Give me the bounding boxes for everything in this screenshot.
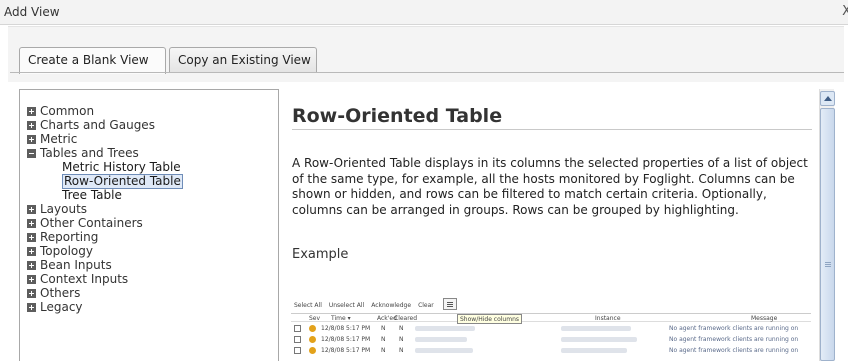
expand-icon[interactable] xyxy=(27,302,36,312)
preview-row-blur xyxy=(415,337,467,342)
preview-col-instance: Instance xyxy=(595,315,621,322)
view-detail-panel: Row-Oriented Table A Row-Oriented Table … xyxy=(292,96,812,262)
severity-dot-icon xyxy=(309,336,316,343)
preview-row-blur xyxy=(561,326,631,331)
preview-tooltip: Show/Hide columns xyxy=(457,314,523,324)
preview-row-time: 12/8/08 5:17 PM xyxy=(321,347,371,354)
tree-item-label: Charts and Gauges xyxy=(40,118,155,132)
tree-item-label: Tables and Trees xyxy=(40,146,139,160)
tree-item-label: Tree Table xyxy=(62,188,122,202)
tab-copy-existing-view[interactable]: Copy an Existing View xyxy=(169,47,317,73)
expand-icon[interactable] xyxy=(27,134,36,144)
window-titlebar: Add View X xyxy=(0,0,848,25)
tree-item-label: Reporting xyxy=(40,230,99,244)
window-title: Add View xyxy=(4,5,60,19)
tree-item-common[interactable]: Common xyxy=(27,104,183,118)
vertical-scrollbar[interactable] xyxy=(819,89,835,361)
preview-col-message: Message xyxy=(751,315,778,322)
tree-item-layouts[interactable]: Layouts xyxy=(27,202,183,216)
tab-create-blank-view[interactable]: Create a Blank View xyxy=(19,47,166,74)
scroll-up-arrow-icon[interactable] xyxy=(820,91,835,106)
tree-item-label: Bean Inputs xyxy=(40,258,112,272)
expand-icon[interactable] xyxy=(27,274,36,284)
preview-clear: Clear xyxy=(418,302,434,309)
expand-icon[interactable] xyxy=(27,218,36,228)
preview-row-blur xyxy=(561,337,637,342)
tree-item-label: Common xyxy=(40,104,95,118)
preview-columns-icon xyxy=(443,298,457,310)
preview-row-time: 12/8/08 5:17 PM xyxy=(321,325,371,332)
tree-item-metric-history-table[interactable]: Metric History Table xyxy=(27,160,183,174)
preview-acknowledge: Acknowledge xyxy=(371,302,412,309)
preview-row-cleared: N xyxy=(399,347,404,354)
preview-row-time: 12/8/08 5:17 PM xyxy=(321,336,371,343)
expand-icon[interactable] xyxy=(27,260,36,270)
preview-row-checkbox xyxy=(294,347,301,354)
tree-item-bean-inputs[interactable]: Bean Inputs xyxy=(27,258,183,272)
preview-row-checkbox xyxy=(294,325,301,332)
preview-row-message: No agent framework clients are running o… xyxy=(669,325,799,332)
tree-item-label: Legacy xyxy=(40,300,83,314)
tree-item-metric[interactable]: Metric xyxy=(27,132,183,146)
example-preview-image: Select All Unselect All Acknowledge Clea… xyxy=(291,298,811,361)
tree-item-label: Metric xyxy=(40,132,78,146)
expand-icon[interactable] xyxy=(27,288,36,298)
expand-icon[interactable] xyxy=(27,246,36,256)
severity-dot-icon xyxy=(309,347,316,354)
preview-row-blur xyxy=(415,348,473,353)
preview-table-row: 12/8/08 5:17 PM N N No agent framework c… xyxy=(291,346,811,356)
preview-col-cleared: Cleared xyxy=(394,315,418,322)
severity-dot-icon xyxy=(309,325,316,332)
tree-item-label: Others xyxy=(40,286,81,300)
tree-item-topology[interactable]: Topology xyxy=(27,244,183,258)
scroll-thumb[interactable] xyxy=(820,108,835,361)
preview-row-acked: N xyxy=(381,325,386,332)
preview-row-blur xyxy=(415,326,475,331)
preview-unselect-all: Unselect All xyxy=(328,302,365,309)
tree-item-label: Layouts xyxy=(40,202,88,216)
preview-table-row: 12/8/08 5:17 PM N N No agent framework c… xyxy=(291,324,811,334)
preview-row-checkbox xyxy=(294,336,301,343)
collapse-icon[interactable] xyxy=(27,148,36,158)
tree-item-label: Metric History Table xyxy=(62,160,181,174)
expand-icon[interactable] xyxy=(27,106,36,116)
scroll-grip-icon xyxy=(825,262,831,263)
tree-item-charts-and-gauges[interactable]: Charts and Gauges xyxy=(27,118,183,132)
tree-item-legacy[interactable]: Legacy xyxy=(27,300,183,314)
tab-divider xyxy=(10,72,844,73)
tree-item-label: Topology xyxy=(40,244,93,258)
preview-row-acked: N xyxy=(381,347,386,354)
expand-icon[interactable] xyxy=(27,232,36,242)
preview-row-message: No agent framework clients are running o… xyxy=(669,336,799,343)
example-label: Example xyxy=(292,247,349,262)
tree-item-label: Context Inputs xyxy=(40,272,129,286)
tree-item-label-selected: Row-Oriented Table xyxy=(62,173,183,189)
preview-col-sev: Sev xyxy=(309,315,321,322)
preview-toolbar: Select All Unselect All Acknowledge Clea… xyxy=(294,302,434,309)
view-type-tree: Common Charts and Gauges Metric Tables a… xyxy=(27,104,183,314)
preview-table-header: Sev Time ▾ Ack'ed Cleared Instance Messa… xyxy=(291,313,811,322)
preview-select-all: Select All xyxy=(294,302,322,309)
tree-item-label: Other Containers xyxy=(40,216,143,230)
preview-row-message: No agent framework clients are running o… xyxy=(669,347,799,354)
preview-row-acked: N xyxy=(381,336,386,343)
preview-table-row: 12/8/08 5:17 PM N N No agent framework c… xyxy=(291,335,811,345)
tree-item-reporting[interactable]: Reporting xyxy=(27,230,183,244)
tree-item-tables-and-trees[interactable]: Tables and Trees xyxy=(27,146,183,160)
tree-item-other-containers[interactable]: Other Containers xyxy=(27,216,183,230)
tree-item-row-oriented-table[interactable]: Row-Oriented Table xyxy=(27,173,183,189)
preview-row-cleared: N xyxy=(399,325,404,332)
tree-item-others[interactable]: Others xyxy=(27,286,183,300)
view-heading: Row-Oriented Table xyxy=(292,96,812,130)
tree-item-context-inputs[interactable]: Context Inputs xyxy=(27,272,183,286)
preview-row-cleared: N xyxy=(399,336,404,343)
preview-col-time: Time ▾ xyxy=(331,315,351,322)
view-description: A Row-Oriented Table displays in its col… xyxy=(292,156,808,217)
expand-icon[interactable] xyxy=(27,204,36,214)
expand-icon[interactable] xyxy=(27,120,36,130)
close-icon[interactable]: X xyxy=(842,4,848,19)
tree-item-tree-table[interactable]: Tree Table xyxy=(27,188,183,202)
view-type-tree-pane: Common Charts and Gauges Metric Tables a… xyxy=(19,89,279,361)
preview-row-blur xyxy=(561,348,627,353)
